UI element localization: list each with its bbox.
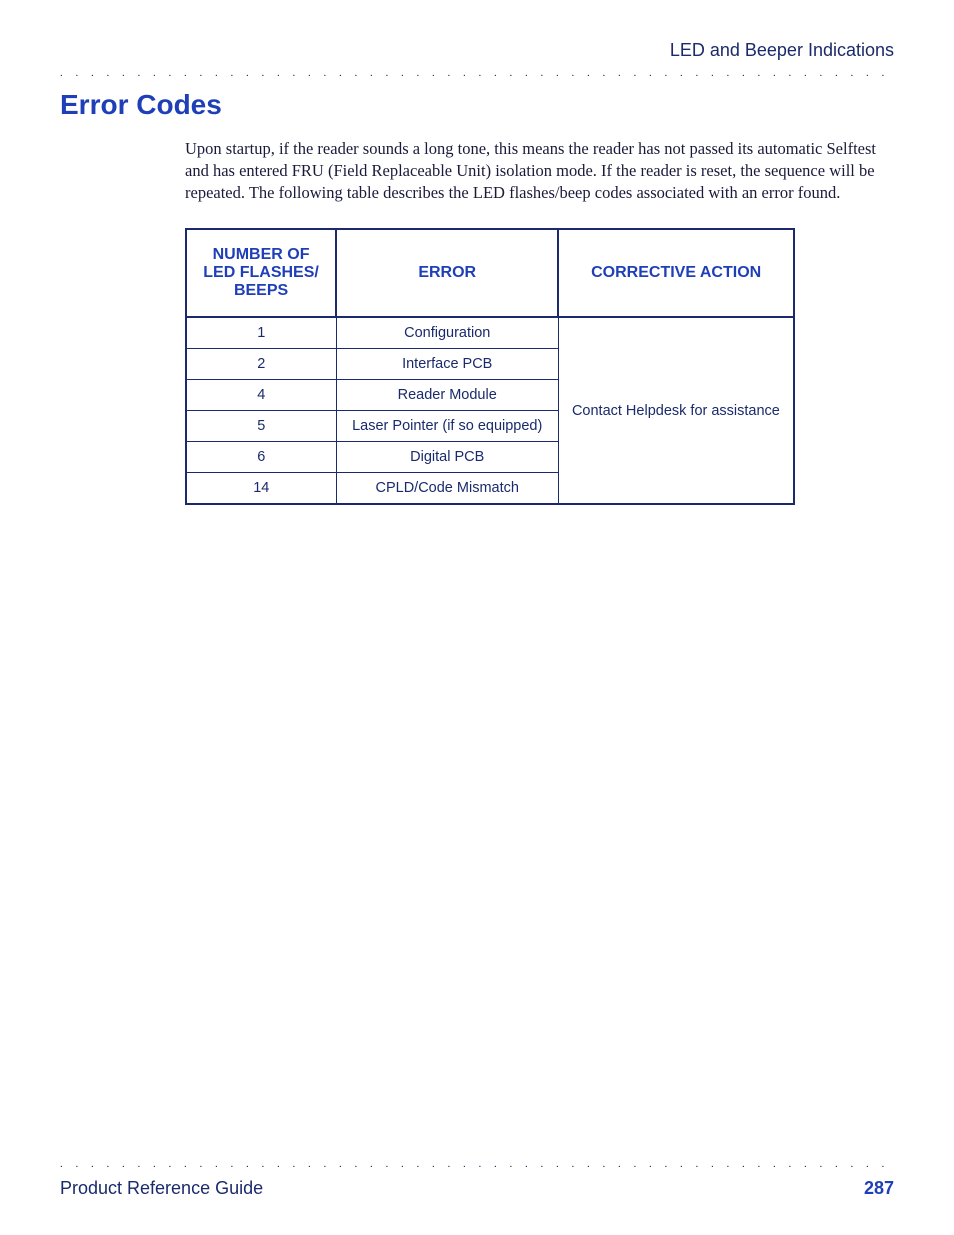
cell-error: Reader Module bbox=[336, 380, 558, 411]
footer-title: Product Reference Guide bbox=[60, 1178, 263, 1199]
header-section-title: LED and Beeper Indications bbox=[60, 40, 894, 61]
cell-count: 14 bbox=[186, 473, 336, 505]
cell-count: 5 bbox=[186, 411, 336, 442]
table-header-error: ERROR bbox=[336, 229, 558, 317]
page-footer: . . . . . . . . . . . . . . . . . . . . … bbox=[60, 1158, 894, 1199]
table-row: 1 Configuration Contact Helpdesk for ass… bbox=[186, 317, 794, 349]
table-header-count: NUMBER OF LED FLASHES/ BEEPS bbox=[186, 229, 336, 317]
cell-error: Interface PCB bbox=[336, 349, 558, 380]
dotted-divider-bottom: . . . . . . . . . . . . . . . . . . . . … bbox=[60, 1158, 894, 1170]
cell-count: 4 bbox=[186, 380, 336, 411]
table-header-action: CORRECTIVE ACTION bbox=[558, 229, 794, 317]
cell-count: 1 bbox=[186, 317, 336, 349]
cell-count: 6 bbox=[186, 442, 336, 473]
error-codes-table: NUMBER OF LED FLASHES/ BEEPS ERROR CORRE… bbox=[185, 228, 795, 505]
cell-error: Laser Pointer (if so equipped) bbox=[336, 411, 558, 442]
cell-count: 2 bbox=[186, 349, 336, 380]
body-paragraph: Upon startup, if the reader sounds a lon… bbox=[185, 138, 884, 205]
footer-page-number: 287 bbox=[864, 1178, 894, 1199]
cell-error: CPLD/Code Mismatch bbox=[336, 473, 558, 505]
dotted-divider-top: . . . . . . . . . . . . . . . . . . . . … bbox=[60, 67, 894, 79]
cell-error: Digital PCB bbox=[336, 442, 558, 473]
cell-error: Configuration bbox=[336, 317, 558, 349]
page-heading: Error Codes bbox=[60, 89, 894, 121]
cell-corrective-action: Contact Helpdesk for assistance bbox=[558, 317, 794, 504]
